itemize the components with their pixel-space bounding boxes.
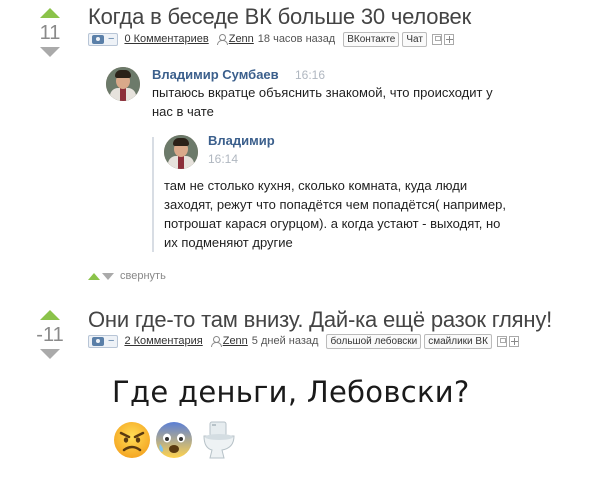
collapse-label[interactable]: свернуть [120,270,166,282]
save-icon[interactable] [496,335,507,347]
forwarded-quote-bar [152,137,154,252]
upvote-arrow-icon[interactable] [40,310,60,320]
photo-badge[interactable]: − [88,32,119,46]
message-line: пытаюсь вкратце объяснить знакомой, что … [152,85,493,100]
downvote-arrow-icon[interactable] [40,47,60,57]
expand-icon[interactable] [443,33,454,45]
image-caption-text: Где деньги, Лебовски? [112,375,470,409]
comments-link[interactable]: 2 Комментария [124,335,202,347]
expand-icon[interactable] [508,335,519,347]
fearful-face-icon [156,422,192,458]
collapse-control[interactable]: свернуть [88,270,166,282]
user-icon [210,336,222,347]
author-link[interactable]: Zenn [229,33,254,45]
vote-block: 11 [30,8,70,57]
toilet-icon [203,421,235,459]
author-link[interactable]: Zenn [223,335,248,347]
post-time: 5 дней назад [251,335,319,347]
tag-vk-emoji[interactable]: смайлики ВК [424,333,492,349]
emoji-row [112,418,262,462]
message-author: Владимир [208,133,275,148]
story-meta: − 0 Комментариев Zenn 18 часов назад ВКо… [88,31,454,47]
message-text: пытаюсь вкратце объяснить знакомой, что … [152,83,552,121]
triangle-down-icon [102,272,114,280]
comments-link[interactable]: 0 Комментариев [124,33,208,45]
camera-icon [92,34,104,44]
photo-badge[interactable]: − [88,334,119,348]
camera-icon [92,336,104,346]
avatar [164,135,198,169]
user-icon [216,34,228,45]
message-text: там не столько кухня, сколько комната, к… [164,176,564,252]
message-time: 16:14 [208,152,239,166]
upvote-arrow-icon[interactable] [40,8,60,18]
rating-value: 11 [39,22,61,44]
triangle-up-icon [88,272,100,280]
post-time: 18 часов назад [257,33,336,45]
save-icon[interactable] [431,33,442,45]
tag-big-lebowski[interactable]: большой лебовски [326,333,422,349]
message-author: Владимир Сумбаев [152,67,279,82]
message-line: нас в чате [152,104,214,119]
rating-value: -11 [36,324,64,346]
message-line: потрошат карася огурцом). а когда устают… [164,216,501,231]
story-meta: − 2 Комментария Zenn 5 дней назад большо… [88,333,519,349]
story-title[interactable]: Когда в беседе ВК больше 30 человек [88,4,471,30]
tag-vkontakte[interactable]: ВКонтакте [343,31,400,47]
angry-face-icon [114,422,150,458]
avatar [106,67,140,101]
emoji-strip [114,421,235,459]
vote-block: -11 [30,310,70,359]
story-title[interactable]: Они где-то там внизу. Дай-ка ещё разок г… [88,307,552,333]
message-line: заходят, режут что попадётся чем попадёт… [164,197,506,212]
downvote-arrow-icon[interactable] [40,349,60,359]
message-time: 16:16 [295,68,326,82]
message-line: их подменяют другие [164,235,293,250]
tag-chat[interactable]: Чат [402,31,427,47]
message-line: там не столько кухня, сколько комната, к… [164,178,468,193]
